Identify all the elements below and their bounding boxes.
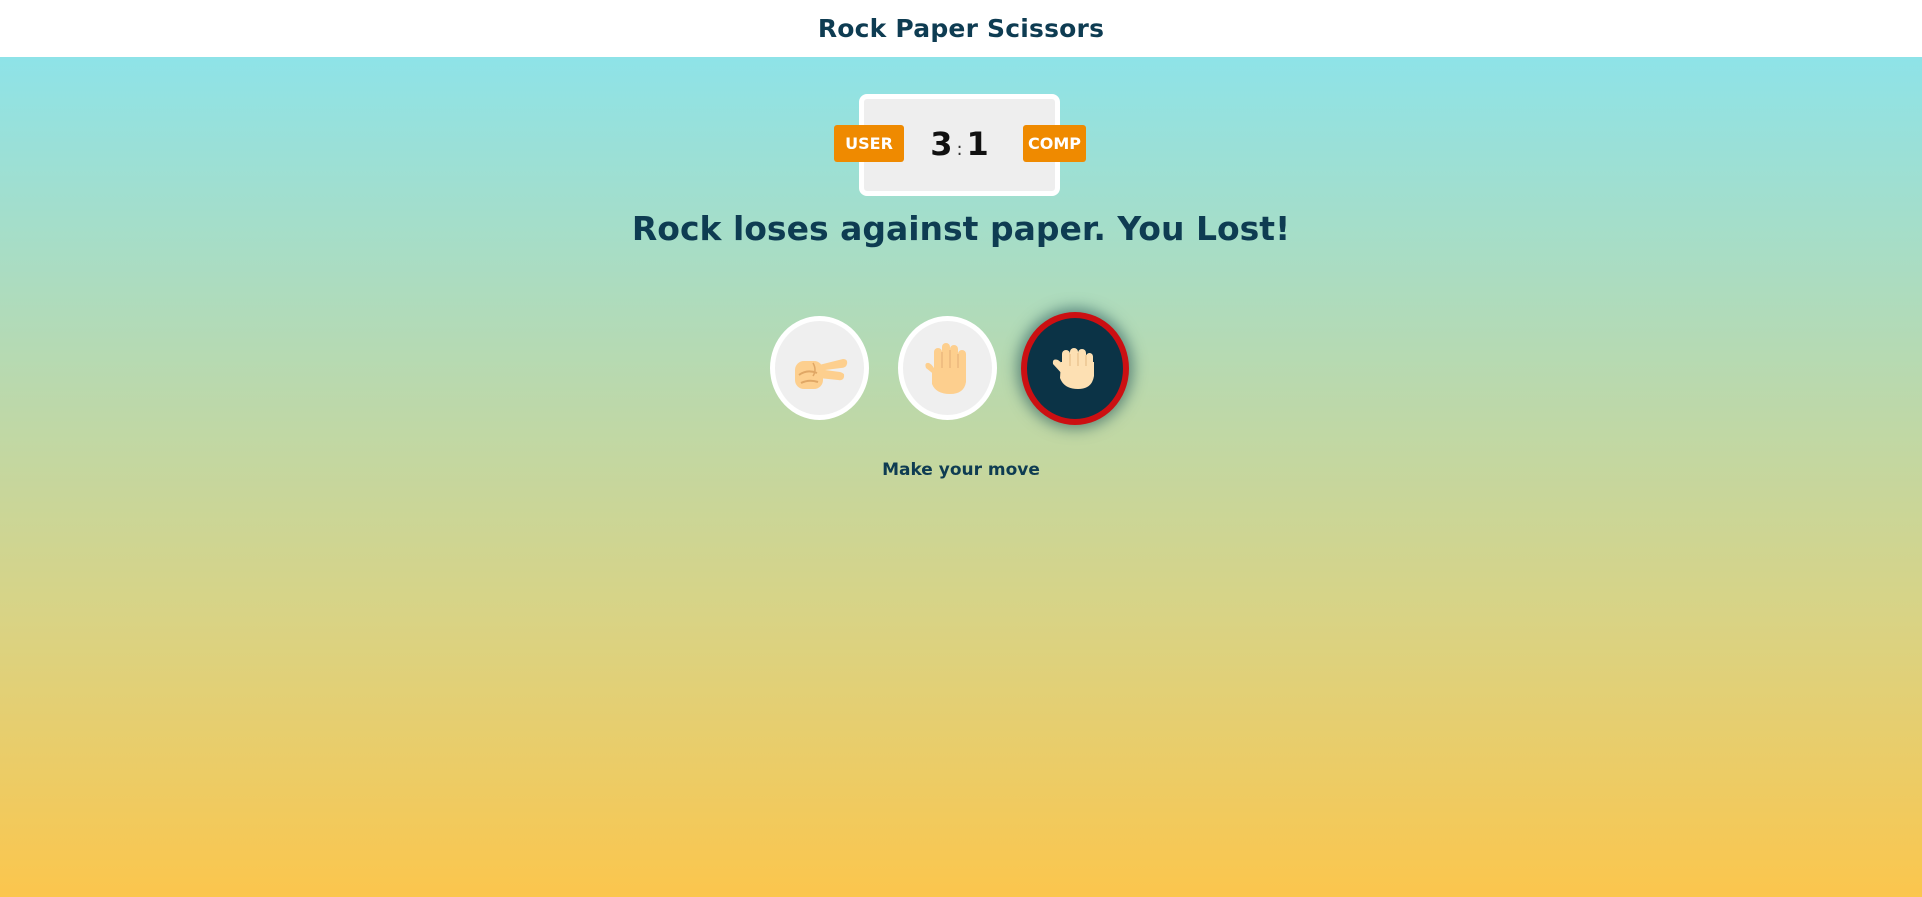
user-badge: USER	[834, 125, 904, 162]
comp-badge: COMP	[1023, 125, 1086, 162]
paper-hand-icon	[924, 343, 966, 394]
instruction-text: Make your move	[882, 460, 1040, 480]
page-title: Rock Paper Scissors	[817, 14, 1105, 43]
app-header: Rock Paper Scissors	[0, 0, 1922, 57]
user-score: 3	[930, 125, 953, 163]
paper-button[interactable]	[898, 316, 997, 420]
result-message: Rock loses against paper. You Lost!	[631, 209, 1291, 248]
scissors-hand-icon	[794, 359, 847, 389]
scissors-button[interactable]	[770, 316, 869, 420]
score-separator: :	[956, 139, 963, 160]
rock-fist-icon	[1052, 347, 1094, 389]
rock-button[interactable]	[1021, 312, 1129, 425]
comp-score: 1	[966, 125, 989, 163]
